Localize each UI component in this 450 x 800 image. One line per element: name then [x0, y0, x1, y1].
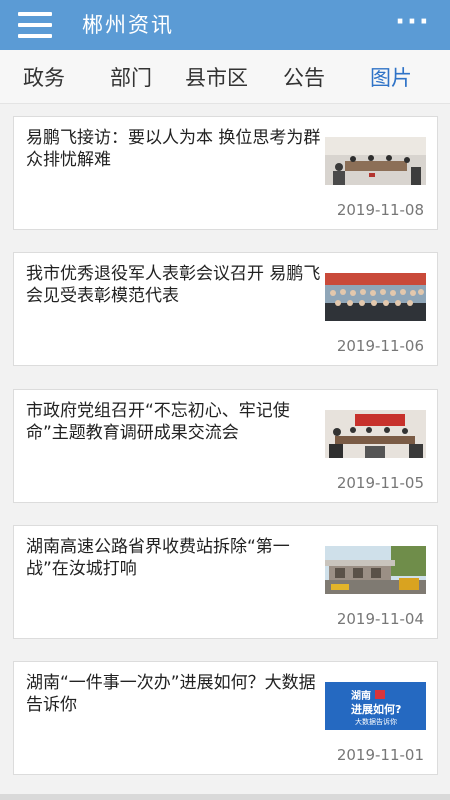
- news-title: 湖南高速公路省界收费站拆除“第一战”在汝城打响: [26, 537, 290, 579]
- tab-bumen[interactable]: 部门: [110, 64, 152, 92]
- svg-text:大数据告诉你: 大数据告诉你: [355, 717, 397, 726]
- news-card[interactable]: 湖南高速公路省界收费站拆除“第一战”在汝城打响 2019-11-04: [13, 525, 438, 639]
- news-date: 2019-11-01: [336, 746, 424, 764]
- news-card[interactable]: 易鹏飞接访：要以人为本 换位思考为群众排忧解难 2019-11-08: [13, 116, 438, 230]
- news-date: 2019-11-05: [336, 474, 424, 492]
- news-thumbnail: [325, 546, 426, 594]
- svg-text:进展如何?: 进展如何?: [351, 702, 401, 716]
- news-card[interactable]: 我市优秀退役军人表彰会议召开 易鹏飞会见受表彰模范代表 2019-11-06: [13, 252, 438, 366]
- news-title: 易鹏飞接访：要以人为本 换位思考为群众排忧解难: [26, 128, 321, 170]
- news-thumbnail: [325, 410, 426, 458]
- hamburger-menu-icon[interactable]: [18, 12, 52, 38]
- news-card[interactable]: 湖南“一件事一次办”进展如何？大数据告诉你 湖南 进展如何? 大数据告诉你 20…: [13, 661, 438, 775]
- news-title: 湖南“一件事一次办”进展如何？大数据告诉你: [26, 673, 316, 715]
- news-title: 我市优秀退役军人表彰会议召开 易鹏飞会见受表彰模范代表: [26, 264, 321, 306]
- news-date: 2019-11-08: [336, 201, 424, 219]
- tab-tupian[interactable]: 图片: [370, 64, 412, 92]
- category-tabs: 政务 部门 县市区 公告 图片: [0, 50, 450, 104]
- news-date: 2019-11-04: [336, 610, 424, 628]
- more-options-icon[interactable]: ···: [394, 9, 432, 35]
- tab-xianshiqu[interactable]: 县市区: [185, 64, 248, 92]
- news-title: 市政府党组召开“不忘初心、牢记使命”主题教育调研成果交流会: [26, 401, 290, 443]
- news-date: 2019-11-06: [336, 337, 424, 355]
- news-thumbnail: [325, 137, 426, 185]
- bottom-edge: [0, 794, 450, 800]
- news-card[interactable]: 市政府党组召开“不忘初心、牢记使命”主题教育调研成果交流会 2019-11-05: [13, 389, 438, 503]
- tab-gonggao[interactable]: 公告: [283, 64, 325, 92]
- svg-text:湖南: 湖南: [351, 689, 371, 702]
- tab-zhengwu[interactable]: 政务: [23, 64, 65, 92]
- news-thumbnail: [325, 273, 426, 321]
- app-title: 郴州资讯: [82, 13, 174, 37]
- app-header: 郴州资讯 ···: [0, 0, 450, 50]
- news-thumbnail: 湖南 进展如何? 大数据告诉你: [325, 682, 426, 730]
